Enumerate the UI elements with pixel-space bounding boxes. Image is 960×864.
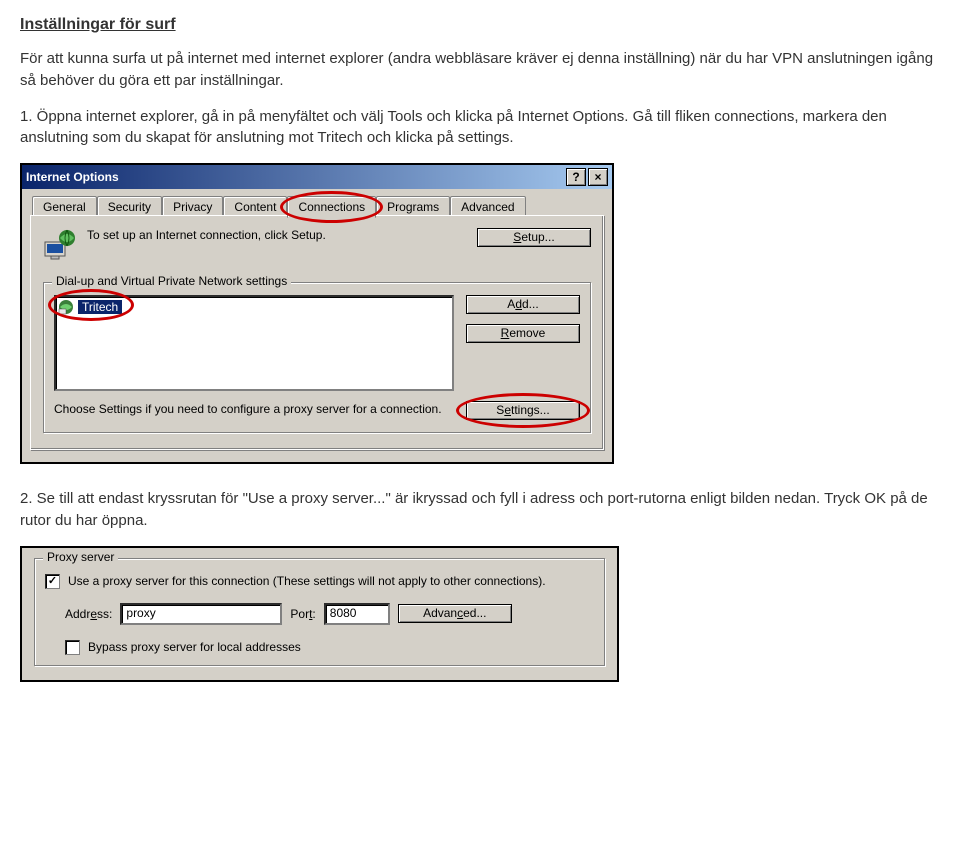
dialup-vpn-group: Dial-up and Virtual Private Network sett… xyxy=(43,282,591,433)
tab-content[interactable]: Content xyxy=(223,196,287,217)
step-2-text: 2. Se till att endast kryssrutan för "Us… xyxy=(20,488,940,532)
tab-advanced[interactable]: Advanced xyxy=(450,196,525,217)
setup-button-label: up... xyxy=(531,230,554,244)
port-label: Port: xyxy=(290,607,315,621)
remove-button[interactable]: Remove xyxy=(466,324,580,343)
use-proxy-label: Use a proxy server for this connection (… xyxy=(68,573,546,589)
close-button[interactable]: × xyxy=(588,168,608,186)
add-button[interactable]: Add... xyxy=(466,295,580,314)
page-title: Inställningar för surf xyxy=(20,16,940,34)
tab-strip: General Security Privacy Content Connect… xyxy=(30,195,604,217)
dialup-vpn-group-legend: Dial-up and Virtual Private Network sett… xyxy=(52,274,291,288)
port-field[interactable]: 8080 xyxy=(324,603,390,625)
intro-paragraph: För att kunna surfa ut på internet med i… xyxy=(20,48,940,92)
tab-privacy[interactable]: Privacy xyxy=(162,196,223,217)
titlebar-title: Internet Options xyxy=(26,170,119,184)
tab-security[interactable]: Security xyxy=(97,196,162,217)
tab-connections-label: Connections xyxy=(298,200,365,214)
bypass-proxy-checkbox[interactable] xyxy=(65,640,80,655)
address-field[interactable]: proxy xyxy=(120,603,282,625)
setup-button[interactable]: Setup... xyxy=(477,228,591,247)
globe-monitor-icon xyxy=(43,228,77,262)
proxy-server-group-legend: Proxy server xyxy=(43,550,118,564)
bypass-proxy-label: Bypass proxy server for local addresses xyxy=(88,640,301,654)
help-button[interactable]: ? xyxy=(566,168,586,186)
step-1-text: 1. Öppna internet explorer, gå in på men… xyxy=(20,106,940,150)
tab-general[interactable]: General xyxy=(32,196,97,217)
list-item[interactable]: Tritech xyxy=(58,299,450,315)
tab-panel-connections: To set up an Internet connection, click … xyxy=(30,215,604,450)
connection-item-label: Tritech xyxy=(78,300,122,314)
proxy-settings-panel: Proxy server Use a proxy server for this… xyxy=(20,546,619,682)
proxy-server-group: Proxy server Use a proxy server for this… xyxy=(34,558,605,666)
tab-connections[interactable]: Connections xyxy=(287,196,376,218)
advanced-button[interactable]: Advanced... xyxy=(398,604,512,623)
internet-options-dialog: Internet Options ? × General Security Pr… xyxy=(20,163,614,464)
titlebar: Internet Options ? × xyxy=(22,165,612,189)
tab-programs[interactable]: Programs xyxy=(376,196,450,217)
address-label: Address: xyxy=(65,607,112,621)
choose-settings-text: Choose Settings if you need to configure… xyxy=(54,401,454,417)
connections-listbox[interactable]: Tritech xyxy=(54,295,454,391)
connection-icon xyxy=(58,299,74,315)
setup-instruction-text: To set up an Internet connection, click … xyxy=(87,228,467,244)
settings-button[interactable]: Settings... xyxy=(466,401,580,420)
use-proxy-checkbox[interactable] xyxy=(45,574,60,589)
